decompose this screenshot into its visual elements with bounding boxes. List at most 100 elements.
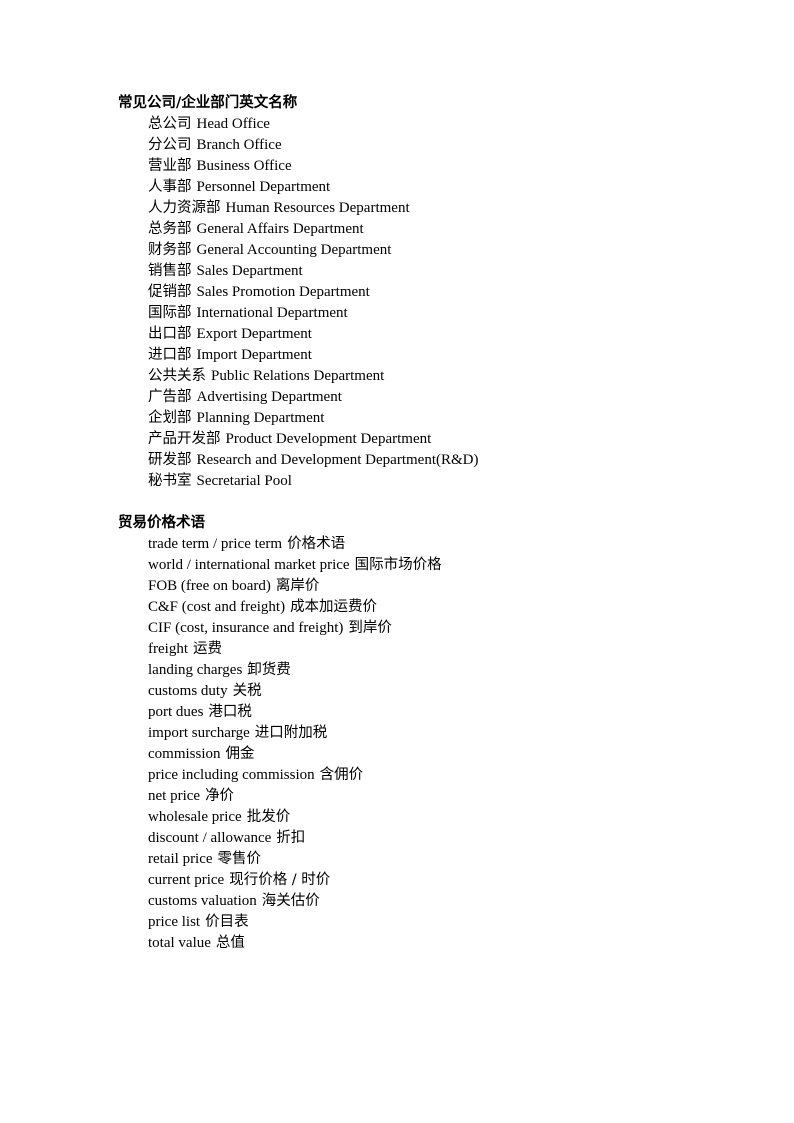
list-item: import surcharge 进口附加税 (148, 723, 678, 744)
term-chinese: 批发价 (246, 809, 291, 825)
document-page: 常见公司/企业部门英文名称 总公司 Head Office 分公司 Branch O… (0, 0, 794, 1123)
term-chinese: 总值 (215, 935, 245, 951)
term-chinese: 成本加运费价 (290, 599, 378, 615)
list-item: world / international market price 国际市场价格 (148, 555, 678, 576)
list-item: freight 运费 (148, 639, 678, 660)
list-item: C&F (cost and freight) 成本加运费价 (148, 597, 678, 618)
list-item: 国际部 International Department (148, 303, 678, 324)
term-chinese: 营业部 (148, 158, 192, 174)
term-chinese: 折扣 (276, 830, 306, 846)
list-item: price list 价目表 (148, 912, 678, 933)
list-item: 研发部 Research and Development Department(R… (148, 450, 678, 471)
term-english: Sales Promotion Department (196, 284, 370, 300)
term-chinese: 分公司 (148, 137, 192, 153)
term-english: Sales Department (196, 263, 303, 279)
term-english: price including commission (148, 767, 315, 783)
term-english: total value (148, 935, 211, 951)
term-chinese: 总务部 (148, 221, 192, 237)
term-chinese: 关税 (232, 683, 262, 699)
term-english: commission (148, 746, 221, 762)
term-english: Secretarial Pool (196, 473, 292, 489)
term-chinese: 现行价格 / 时价 (229, 872, 331, 888)
term-english: Planning Department (196, 410, 325, 426)
term-chinese: 含佣价 (319, 767, 364, 783)
term-chinese: 国际部 (148, 305, 192, 321)
term-english: landing charges (148, 662, 243, 678)
term-chinese: 净价 (205, 788, 235, 804)
list-item: 促销部 Sales Promotion Department (148, 282, 678, 303)
list-item: 进口部 Import Department (148, 345, 678, 366)
term-chinese: 国际市场价格 (354, 557, 442, 573)
list-item: customs valuation 海关估价 (148, 891, 678, 912)
term-chinese: 海关估价 (261, 893, 320, 909)
list-item: 营业部 Business Office (148, 156, 678, 177)
list-item: current price 现行价格 / 时价 (148, 870, 678, 891)
list-item: 销售部 Sales Department (148, 261, 678, 282)
list-item: total value 总值 (148, 933, 678, 954)
term-chinese: 进口附加税 (254, 725, 328, 741)
document-content: 常见公司/企业部门英文名称 总公司 Head Office 分公司 Branch O… (118, 93, 678, 954)
list-item: 出口部 Export Department (148, 324, 678, 345)
term-english: General Affairs Department (196, 221, 364, 237)
term-chinese: 价格术语 (287, 536, 346, 552)
section-heading-company-departments: 常见公司/企业部门英文名称 (118, 95, 298, 111)
term-english: Public Relations Department (211, 368, 385, 384)
term-english: current price (148, 872, 225, 888)
list-item: 总务部 General Affairs Department (148, 219, 678, 240)
term-chinese: 出口部 (148, 326, 192, 342)
term-english: Human Resources Department (225, 200, 410, 216)
term-english: Personnel Department (196, 179, 331, 195)
list-item: commission 佣金 (148, 744, 678, 765)
term-english: Import Department (196, 347, 312, 363)
term-chinese: 进口部 (148, 347, 192, 363)
term-chinese: 公共关系 (148, 368, 206, 384)
term-chinese: 企划部 (148, 410, 192, 426)
term-english: Export Department (196, 326, 312, 342)
term-english: CIF (cost, insurance and freight) (148, 620, 344, 636)
term-english: Head Office (196, 116, 270, 132)
list-item: 人力资源部 Human Resources Department (148, 198, 678, 219)
term-chinese: 总公司 (148, 116, 192, 132)
list-item: net price 净价 (148, 786, 678, 807)
list-item: 财务部 General Accounting Department (148, 240, 678, 261)
term-chinese: 广告部 (148, 389, 192, 405)
term-english: price list (148, 914, 201, 930)
term-chinese: 研发部 (148, 452, 192, 468)
term-english: wholesale price (148, 809, 242, 825)
term-english: Advertising Department (196, 389, 342, 405)
term-english: Branch Office (196, 137, 282, 153)
term-chinese: 离岸价 (275, 578, 320, 594)
term-english: Business Office (196, 158, 292, 174)
list-item: retail price 零售价 (148, 849, 678, 870)
list-item: landing charges 卸货费 (148, 660, 678, 681)
term-english: discount / allowance (148, 830, 272, 846)
term-english: International Department (196, 305, 348, 321)
term-english: General Accounting Department (196, 242, 392, 258)
term-english: FOB (free on board) (148, 578, 271, 594)
term-chinese: 港口税 (208, 704, 252, 720)
term-chinese: 价目表 (205, 914, 249, 930)
list-item: 产品开发部 Product Development Department (148, 429, 678, 450)
term-english: Product Development Department (225, 431, 432, 447)
term-english: trade term / price term (148, 536, 283, 552)
list-item: 人事部 Personnel Department (148, 177, 678, 198)
term-english: world / international market price (148, 557, 350, 573)
term-chinese: 产品开发部 (148, 431, 221, 447)
term-english: freight (148, 641, 188, 657)
term-chinese: 卸货费 (247, 662, 291, 678)
term-chinese: 佣金 (225, 746, 255, 762)
list-item: wholesale price 批发价 (148, 807, 678, 828)
term-english: customs duty (148, 683, 228, 699)
list-item: port dues 港口税 (148, 702, 678, 723)
term-list-company-departments: 总公司 Head Office 分公司 Branch Office 营业部 Busin… (118, 114, 678, 492)
term-english: C&F (cost and freight) (148, 599, 286, 615)
term-chinese: 销售部 (148, 263, 192, 279)
list-item: 广告部 Advertising Department (148, 387, 678, 408)
term-english: port dues (148, 704, 204, 720)
term-english: retail price (148, 851, 213, 867)
list-item: discount / allowance 折扣 (148, 828, 678, 849)
list-item: 公共关系 Public Relations Department (148, 366, 678, 387)
list-item: 企划部 Planning Department (148, 408, 678, 429)
list-item: customs duty 关税 (148, 681, 678, 702)
list-item: CIF (cost, insurance and freight) 到岸价 (148, 618, 678, 639)
